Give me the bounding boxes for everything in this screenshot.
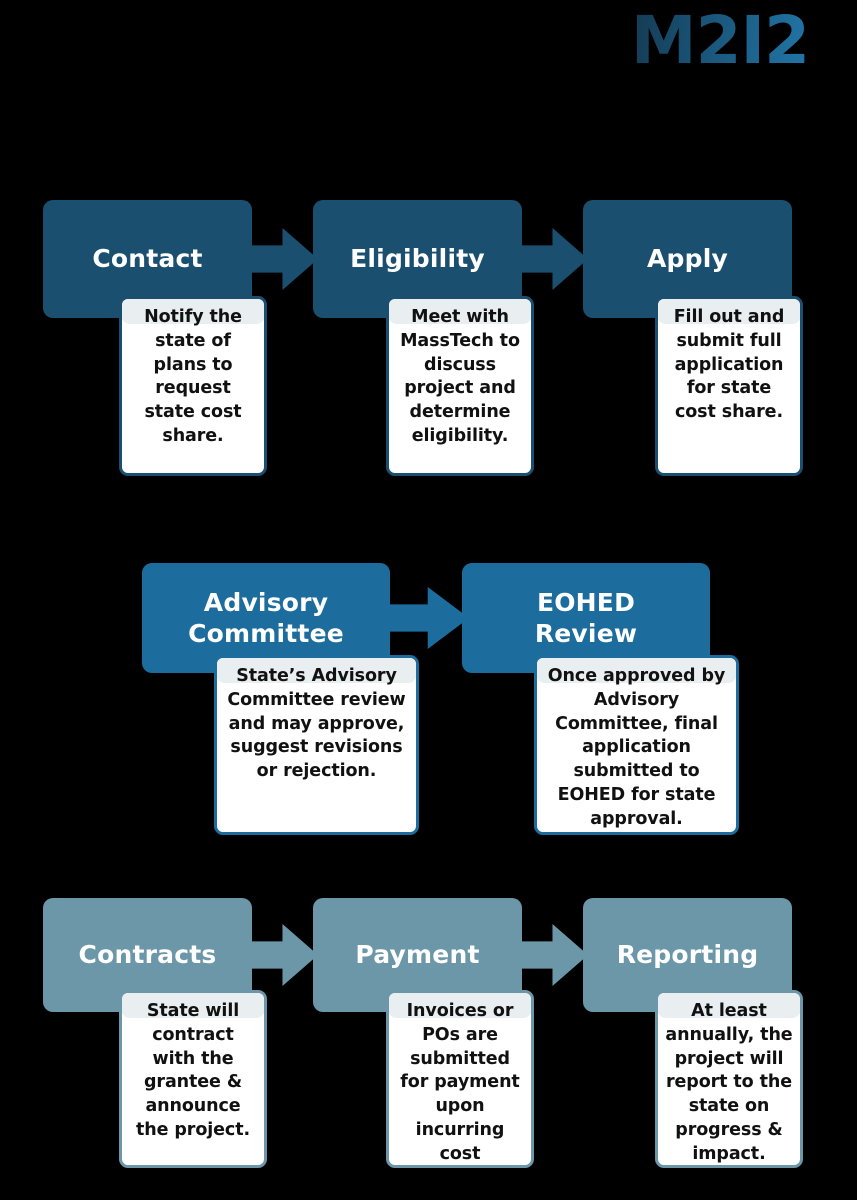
detail-text-apply: Fill out and submit full application for… — [673, 307, 785, 423]
detail-card-eohed-review: Once approved by Advisory Committee, fin… — [534, 655, 739, 835]
detail-card-eligibility: Meet with MassTech to discuss project an… — [386, 296, 534, 476]
stage-title-payment: Payment — [355, 940, 480, 970]
detail-text-eohed-review: Once approved by Advisory Committee, fin… — [547, 666, 726, 829]
arrow-eligibility-to-apply — [514, 228, 588, 290]
m2i2-logo: M2I2 — [630, 2, 810, 79]
detail-text-contracts: State will contract with the grantee & a… — [135, 1001, 251, 1140]
detail-text-reporting: At least annually, the project will repo… — [665, 1001, 793, 1164]
arrow-contact-to-eligibility — [244, 228, 318, 290]
detail-card-advisory-committee: State’s Advisory Committee review and ma… — [214, 655, 419, 835]
detail-card-contracts: State will contract with the grantee & a… — [119, 990, 267, 1168]
detail-text-contact: Notify the state of plans to request sta… — [144, 307, 242, 446]
stage-title-reporting: Reporting — [616, 940, 759, 970]
detail-text-advisory-committee: State’s Advisory Committee review and ma… — [227, 666, 406, 782]
stage-title-eohed-review: EOHED Review — [534, 587, 638, 648]
detail-card-reporting: At least annually, the project will repo… — [655, 990, 803, 1168]
stage-title-eligibility: Eligibility — [350, 244, 485, 274]
detail-text-payment: Invoices or POs are submitted for paymen… — [400, 1001, 520, 1164]
arrow-payment-to-reporting — [514, 924, 588, 986]
stage-title-contracts: Contracts — [78, 940, 217, 970]
arrow-advisory-to-eohed — [383, 587, 469, 649]
stage-title-apply: Apply — [646, 244, 728, 274]
detail-card-apply: Fill out and submit full application for… — [655, 296, 803, 476]
stage-title-contact: Contact — [92, 244, 203, 274]
arrow-contracts-to-payment — [244, 924, 318, 986]
stage-title-advisory-committee: Advisory Committee — [188, 587, 344, 648]
detail-text-eligibility: Meet with MassTech to discuss project an… — [400, 307, 520, 446]
detail-card-payment: Invoices or POs are submitted for paymen… — [386, 990, 534, 1168]
detail-card-contact: Notify the state of plans to request sta… — [119, 296, 267, 476]
